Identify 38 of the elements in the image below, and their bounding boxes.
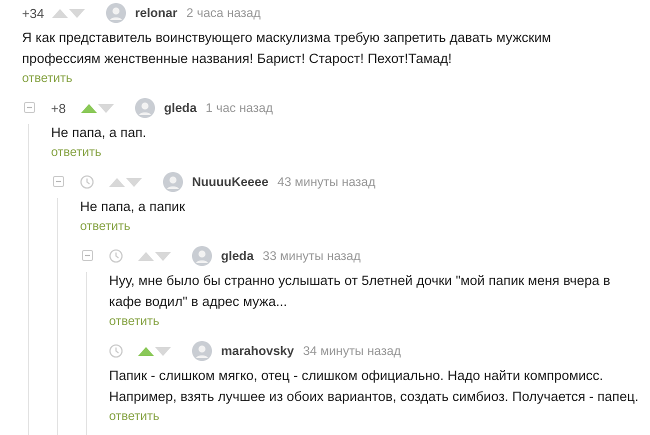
upvote-icon[interactable]: [138, 346, 154, 356]
clock-icon: [109, 344, 123, 358]
author-link[interactable]: gleda: [164, 101, 197, 115]
avatar-icon[interactable]: [163, 172, 183, 192]
comment-text: Нуу, мне было бы странно услышать от 5летней дочки "мой папик меня вчера в кафе водил" в адрес мужа...: [109, 272, 612, 311]
comment-time: 1 час назад: [206, 101, 273, 115]
clock-icon: [80, 175, 94, 189]
downvote-icon[interactable]: [69, 8, 85, 18]
avatar-icon[interactable]: [135, 98, 155, 118]
comment-time: 43 минуты назад: [277, 175, 376, 189]
upvote-icon[interactable]: [138, 252, 154, 260]
upvote-icon[interactable]: [109, 178, 125, 186]
clock-icon: [109, 249, 123, 263]
author-link[interactable]: NuuuuKeeee: [192, 175, 268, 189]
upvote-icon[interactable]: [52, 8, 68, 18]
collapse-button[interactable]: [24, 102, 35, 113]
comment-text: Не папа, а папик: [80, 198, 186, 216]
avatar-icon[interactable]: [106, 3, 126, 23]
downvote-icon[interactable]: [155, 346, 171, 356]
author-link[interactable]: relonar: [135, 6, 178, 20]
comment-time: 2 часа назад: [186, 6, 261, 20]
avatar-icon[interactable]: [192, 341, 212, 361]
downvote-icon[interactable]: [126, 178, 142, 186]
avatar-icon[interactable]: [192, 246, 212, 266]
rating-score: +34: [22, 6, 46, 20]
rating-score: +8: [51, 100, 67, 116]
collapse-button[interactable]: [53, 176, 64, 187]
author-link[interactable]: marahovsky: [221, 344, 294, 358]
author-link[interactable]: gleda: [221, 249, 254, 263]
downvote-icon[interactable]: [98, 104, 114, 112]
comment-time: 34 минуты назад: [302, 344, 401, 358]
comment-text: Я как представитель воинствующего маскулизма требую запретить давать мужским профессиям женственные названия! Барист! Старост! Пехот!Тамад!: [22, 29, 552, 68]
collapse-button[interactable]: [82, 250, 93, 261]
comment-text: Папик - слишком мягко, отец - слишком официально. Надо найти компромисс. Например, взять лучшее из обоих вариантов, создать симбиоз. Получается - папец.: [109, 367, 639, 406]
upvote-icon[interactable]: [81, 104, 97, 112]
downvote-icon[interactable]: [155, 252, 171, 260]
comment-text: Не папа, а пап.: [51, 124, 148, 142]
comment-time: 33 минуты назад: [262, 249, 361, 263]
